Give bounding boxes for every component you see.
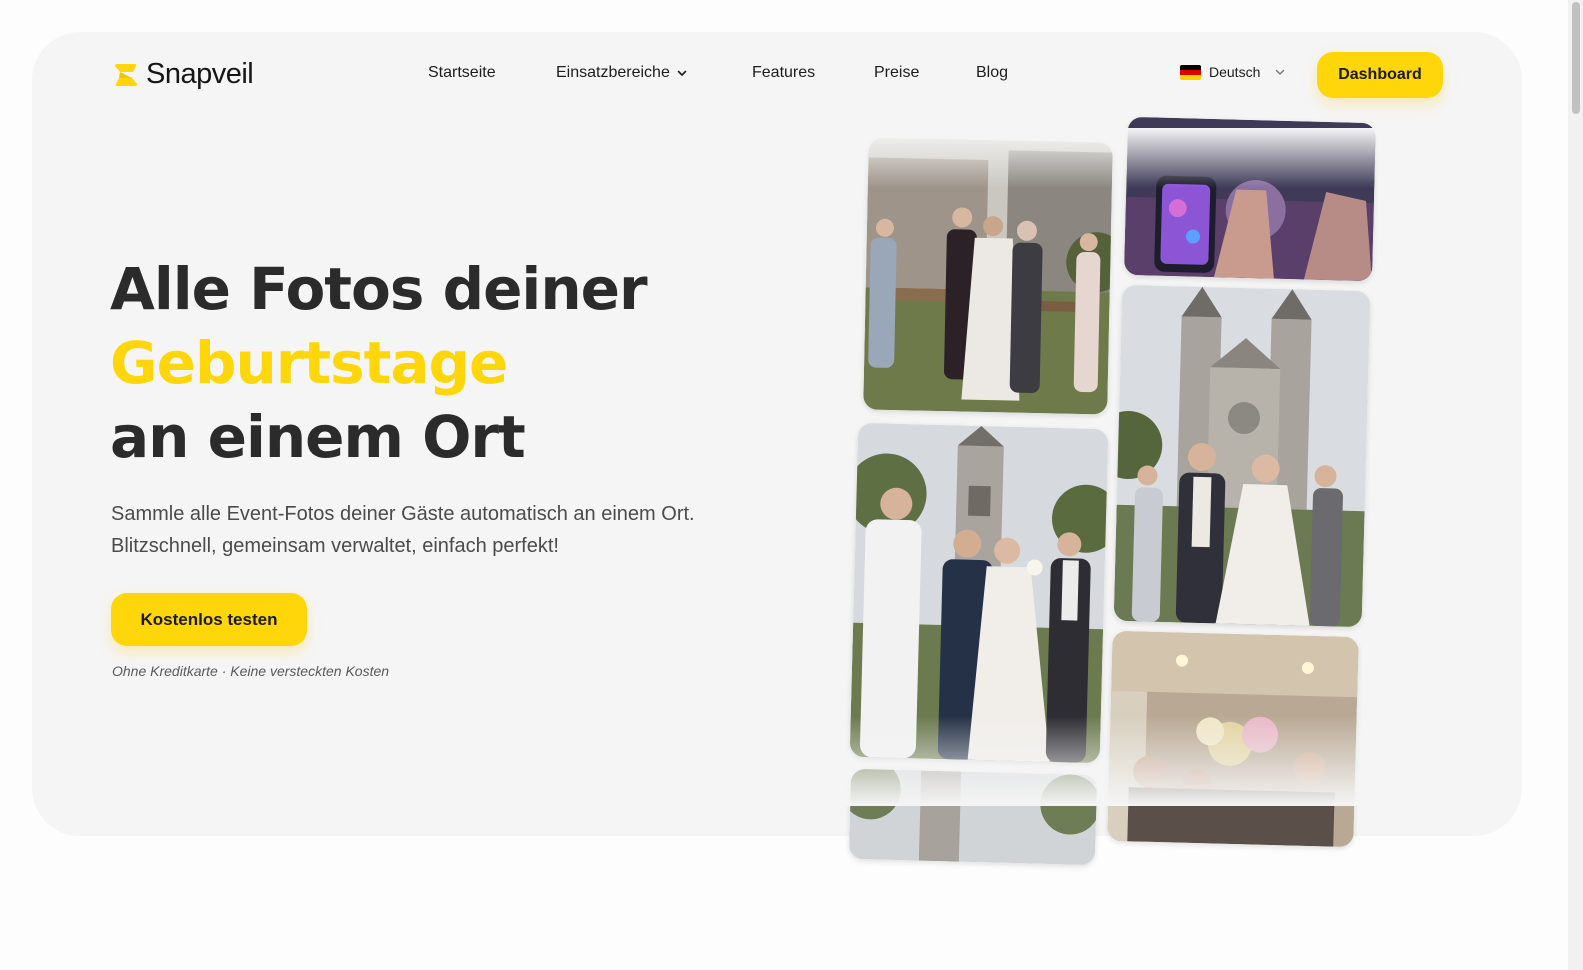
- wedding-church-couple-image: [1113, 284, 1371, 628]
- indoor-party-image: [1107, 630, 1359, 848]
- photo-wedding-church-couple: [1113, 284, 1371, 628]
- photo-collage: [0, 0, 1583, 970]
- church-partial-image: [848, 768, 1098, 866]
- wedding-group-image: [863, 137, 1113, 415]
- photo-wedding-group-garden: [863, 137, 1113, 415]
- photo-party-phone-hands: [1123, 116, 1377, 282]
- photo-church-partial: [848, 768, 1098, 866]
- photo-birthday-indoor-party: [1107, 630, 1359, 848]
- scrollbar-thumb[interactable]: [1572, 2, 1580, 114]
- page-scrollbar[interactable]: [1568, 0, 1583, 970]
- wedding-church-guests-image: [849, 422, 1109, 764]
- party-phone-image: [1123, 116, 1377, 282]
- photo-wedding-church-guests: [849, 422, 1109, 764]
